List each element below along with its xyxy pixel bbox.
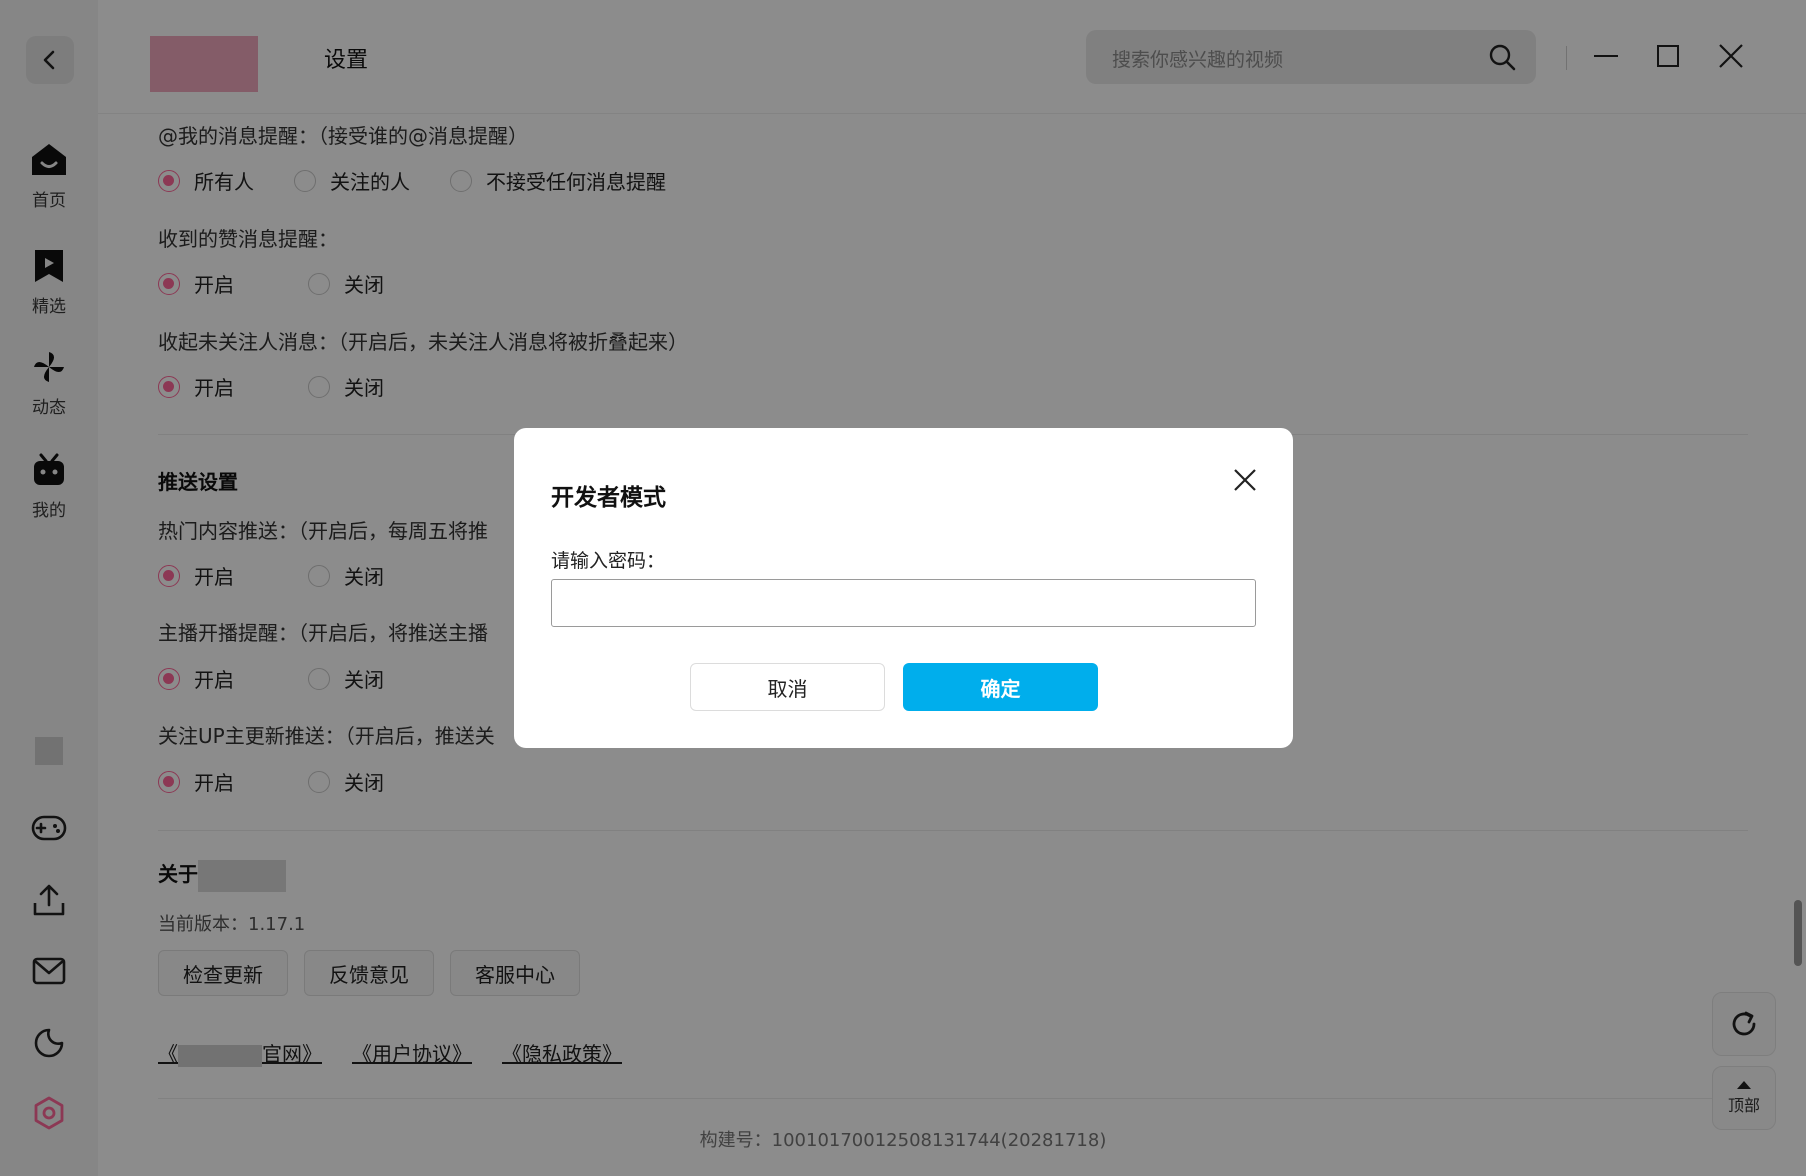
cancel-button[interactable]: 取消 bbox=[690, 663, 885, 711]
dialog-title: 开发者模式 bbox=[551, 485, 666, 511]
password-input[interactable] bbox=[551, 579, 1256, 627]
close-icon bbox=[1234, 469, 1256, 491]
confirm-button[interactable]: 确定 bbox=[903, 663, 1098, 711]
password-label: 请输入密码： bbox=[551, 550, 666, 572]
developer-mode-dialog: 开发者模式 请输入密码： 取消 确定 bbox=[514, 428, 1293, 748]
dialog-close-button[interactable] bbox=[1227, 462, 1263, 498]
